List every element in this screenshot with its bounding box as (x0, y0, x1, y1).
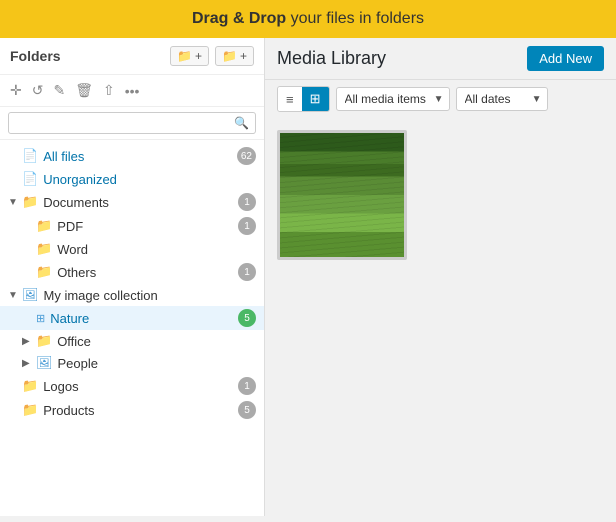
tree-label-pdf: PDF (57, 219, 238, 234)
upload-button[interactable]: 📁 + (215, 46, 254, 66)
media-library-title: Media Library (277, 48, 519, 69)
top-banner: Drag & Drop your files in folders (0, 0, 616, 38)
grid-view-button[interactable]: ⊞ (302, 87, 329, 111)
tree-item-products[interactable]: 📁 Products 5 (0, 398, 264, 422)
media-thumbnail-grass[interactable] (277, 130, 407, 260)
tree-item-documents[interactable]: ▼ 📁 Documents 1 (0, 190, 264, 214)
file-icon-unorganized: 📄 (22, 171, 38, 187)
sidebar-title: Folders (10, 48, 164, 64)
file-icon-all-files: 📄 (22, 148, 38, 164)
tree-label-documents: Documents (43, 195, 238, 210)
folder-icon-pdf: 📁 (36, 218, 52, 234)
more-icon[interactable]: ••• (123, 81, 142, 101)
delete-icon[interactable]: 🗑 (73, 80, 95, 101)
folder-icon-documents: 📁 (22, 194, 38, 210)
badge-all-files: 62 (237, 147, 256, 165)
search-icon: 🔍 (234, 116, 249, 130)
tree-item-my-image-collection[interactable]: ▼ 🖼 My image collection (0, 284, 264, 306)
tree-label-unorganized: Unorganized (43, 172, 256, 187)
tree-item-logos[interactable]: 📁 Logos 1 (0, 374, 264, 398)
add-folder-button[interactable]: 📁 + (170, 46, 209, 66)
refresh-icon[interactable]: ↺ (30, 80, 46, 101)
tree-label-products: Products (43, 403, 238, 418)
badge-products: 5 (238, 401, 256, 419)
file-tree: 📄 All files 62 📄 Unorganized ▼ 📁 Documen… (0, 140, 264, 516)
tree-item-people[interactable]: ▶ 🖼 People (0, 352, 264, 374)
tree-item-all-files[interactable]: 📄 All files 62 (0, 144, 264, 168)
folder-icon-logos: 📁 (22, 378, 38, 394)
banner-rest-text: your files in folders (286, 10, 424, 27)
tree-label-others: Others (57, 265, 238, 280)
folder-icon-people: 🖼 (36, 355, 53, 371)
content-header: Media Library Add New (265, 38, 616, 80)
tree-item-unorganized[interactable]: 📄 Unorganized (0, 168, 264, 190)
grid-icon-nature: ⊞ (36, 312, 45, 325)
tree-label-nature: Nature (50, 311, 238, 326)
date-filter-wrap: All dates This month Last month ▼ (456, 87, 548, 111)
tree-label-logos: Logos (43, 379, 238, 394)
main-layout: Folders 📁 + 📁 + ✛ ↺ ✎ 🗑 ⇧ ••• 🔍 (0, 38, 616, 516)
tree-item-pdf[interactable]: 📁 PDF 1 (0, 214, 264, 238)
banner-bold-text: Drag & Drop (192, 10, 286, 27)
view-toggle: ≡ ⊞ (277, 86, 330, 112)
folder-icon-word: 📁 (36, 241, 52, 257)
folder-plus-icon: 📁 (177, 49, 192, 63)
list-view-button[interactable]: ≡ (278, 87, 302, 111)
folder-icon-others: 📁 (36, 264, 52, 280)
grass-image (280, 133, 404, 257)
media-filter-wrap: All media items Images Videos Documents … (336, 87, 450, 111)
sidebar-toolbar: ✛ ↺ ✎ 🗑 ⇧ ••• (0, 75, 264, 107)
upload-folder-icon: 📁 (222, 49, 237, 63)
content-area: Media Library Add New ≡ ⊞ All media item… (265, 38, 616, 516)
chevron-office: ▶ (22, 336, 36, 347)
badge-documents: 1 (238, 193, 256, 211)
move-icon[interactable]: ✛ (8, 80, 24, 101)
badge-pdf: 1 (238, 217, 256, 235)
add-new-button[interactable]: Add New (527, 46, 604, 71)
grid-view-icon: ⊞ (310, 91, 321, 106)
list-view-icon: ≡ (286, 92, 294, 107)
sidebar-search-container: 🔍 (0, 107, 264, 140)
badge-nature: 5 (238, 309, 256, 327)
chevron-people: ▶ (22, 358, 36, 369)
filter-toolbar: ≡ ⊞ All media items Images Videos Docume… (265, 80, 616, 118)
search-input[interactable] (15, 116, 234, 130)
tree-label-office: Office (57, 334, 256, 349)
media-grid (265, 118, 616, 516)
chevron-documents: ▼ (8, 197, 22, 208)
tree-item-others[interactable]: 📁 Others 1 (0, 260, 264, 284)
date-select[interactable]: All dates This month Last month (456, 87, 548, 111)
media-type-select[interactable]: All media items Images Videos Documents (336, 87, 450, 111)
tree-label-word: Word (57, 242, 256, 257)
tree-item-word[interactable]: 📁 Word (0, 238, 264, 260)
badge-logos: 1 (238, 377, 256, 395)
tree-label-my-image-collection: My image collection (44, 288, 256, 303)
upload-icon[interactable]: ⇧ (101, 80, 117, 101)
search-wrap: 🔍 (8, 112, 256, 134)
sidebar: Folders 📁 + 📁 + ✛ ↺ ✎ 🗑 ⇧ ••• 🔍 (0, 38, 265, 516)
folder-icon-my-image-collection: 🖼 (22, 287, 39, 303)
edit-icon[interactable]: ✎ (51, 80, 67, 101)
tree-label-people: People (58, 356, 256, 371)
sidebar-header: Folders 📁 + 📁 + (0, 38, 264, 75)
folder-icon-office: 📁 (36, 333, 52, 349)
tree-item-office[interactable]: ▶ 📁 Office (0, 330, 264, 352)
folder-icon-products: 📁 (22, 402, 38, 418)
chevron-my-image-collection: ▼ (8, 290, 22, 301)
tree-label-all-files: All files (43, 149, 237, 164)
badge-others: 1 (238, 263, 256, 281)
tree-item-nature[interactable]: ⊞ Nature 5 (0, 306, 264, 330)
